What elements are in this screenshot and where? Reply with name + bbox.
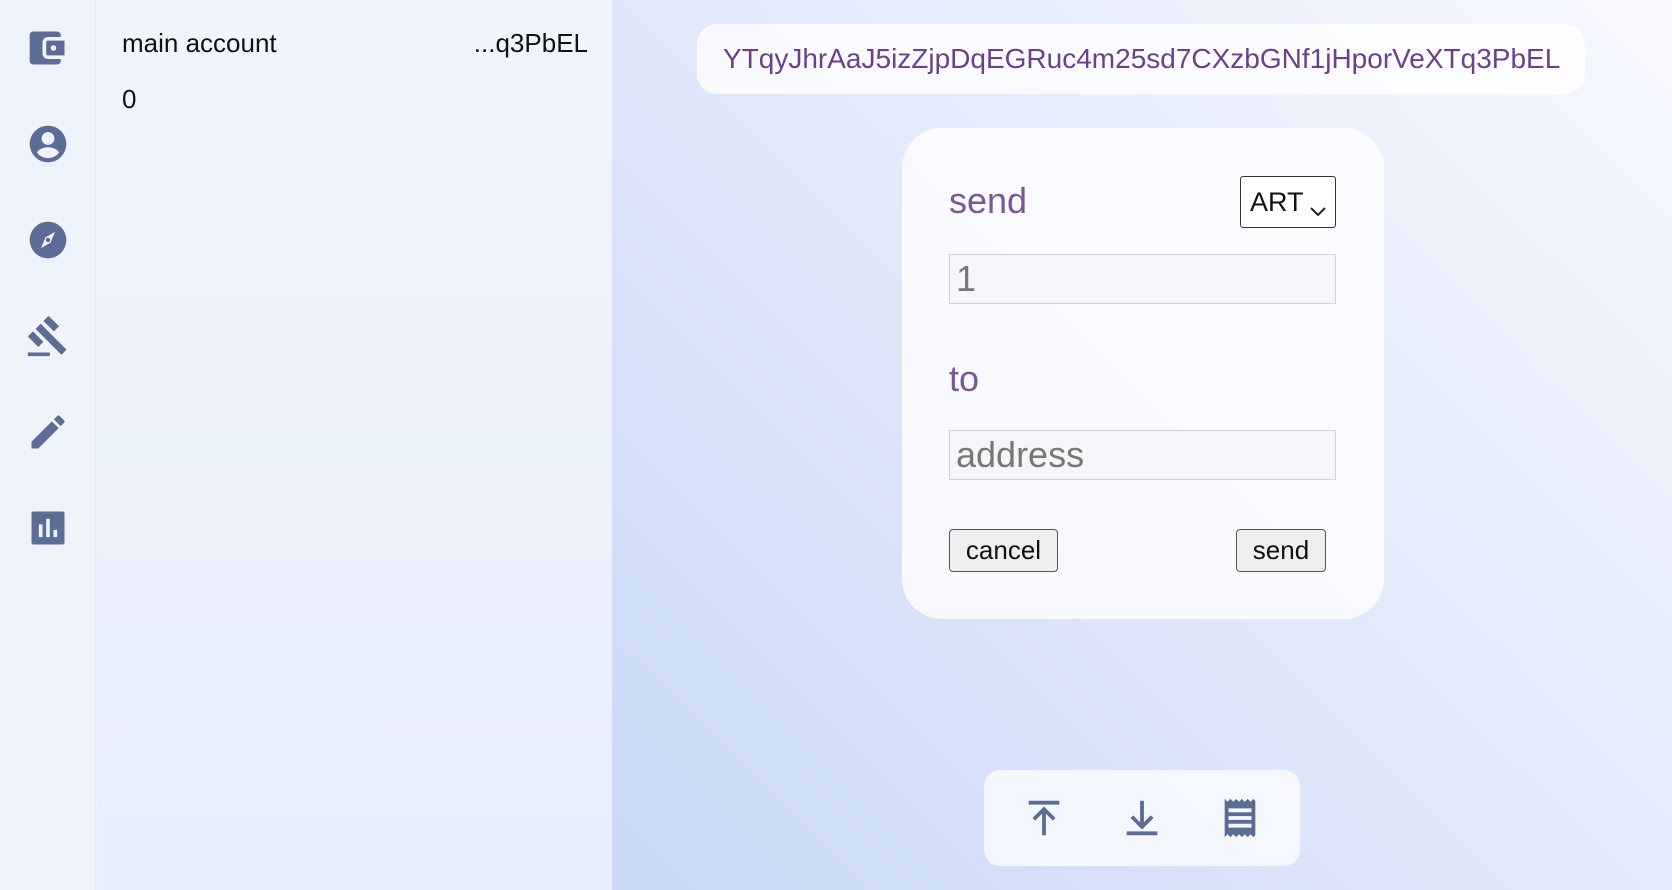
account-balance: 0 — [122, 84, 137, 114]
account-circle-icon — [29, 125, 67, 163]
download-icon — [1126, 800, 1158, 836]
wallet-icon — [29, 31, 65, 65]
bar-chart-icon — [31, 511, 65, 545]
receive-action-button[interactable] — [1116, 792, 1168, 844]
sidebar-item-edit[interactable] — [24, 408, 72, 456]
sidebar-item-auction[interactable] — [24, 312, 72, 360]
icon-sidebar — [0, 0, 96, 890]
recipient-address-input[interactable] — [949, 430, 1336, 480]
account-panel: main account ...q3PbEL 0 — [97, 0, 612, 890]
main-content: YTqyJhrAaJ5izZjpDqEGRuc4m25sd7CXzbGNf1jH… — [612, 0, 1672, 890]
history-action-button[interactable] — [1214, 792, 1266, 844]
action-bar — [984, 770, 1300, 866]
amount-input[interactable] — [949, 254, 1336, 304]
compass-icon — [29, 221, 67, 259]
sidebar-item-stats[interactable] — [24, 504, 72, 552]
cancel-button[interactable]: cancel — [949, 529, 1058, 572]
asset-select[interactable]: ART — [1240, 176, 1336, 228]
sidebar-item-wallet[interactable] — [24, 24, 72, 72]
to-label: to — [949, 358, 980, 399]
sidebar-item-explore[interactable] — [24, 216, 72, 264]
receipt-icon — [1224, 798, 1256, 838]
gavel-icon — [27, 315, 67, 357]
send-action-button[interactable] — [1018, 792, 1070, 844]
send-card: send ART to cancel send — [902, 128, 1384, 619]
account-row[interactable]: main account ...q3PbEL — [122, 28, 588, 64]
sidebar-item-account[interactable] — [24, 120, 72, 168]
send-title: send — [949, 180, 1028, 221]
chevron-down-icon — [1309, 194, 1327, 217]
account-name: main account — [122, 28, 277, 58]
pencil-icon — [31, 415, 65, 449]
send-button[interactable]: send — [1236, 529, 1326, 572]
app-root: main account ...q3PbEL 0 YTqyJhrAaJ5izZj… — [0, 0, 1672, 890]
asset-select-value: ART — [1250, 186, 1304, 217]
upload-icon — [1028, 800, 1060, 836]
account-address-short: ...q3PbEL — [473, 28, 588, 58]
wallet-address[interactable]: YTqyJhrAaJ5izZjpDqEGRuc4m25sd7CXzbGNf1jH… — [697, 24, 1585, 94]
